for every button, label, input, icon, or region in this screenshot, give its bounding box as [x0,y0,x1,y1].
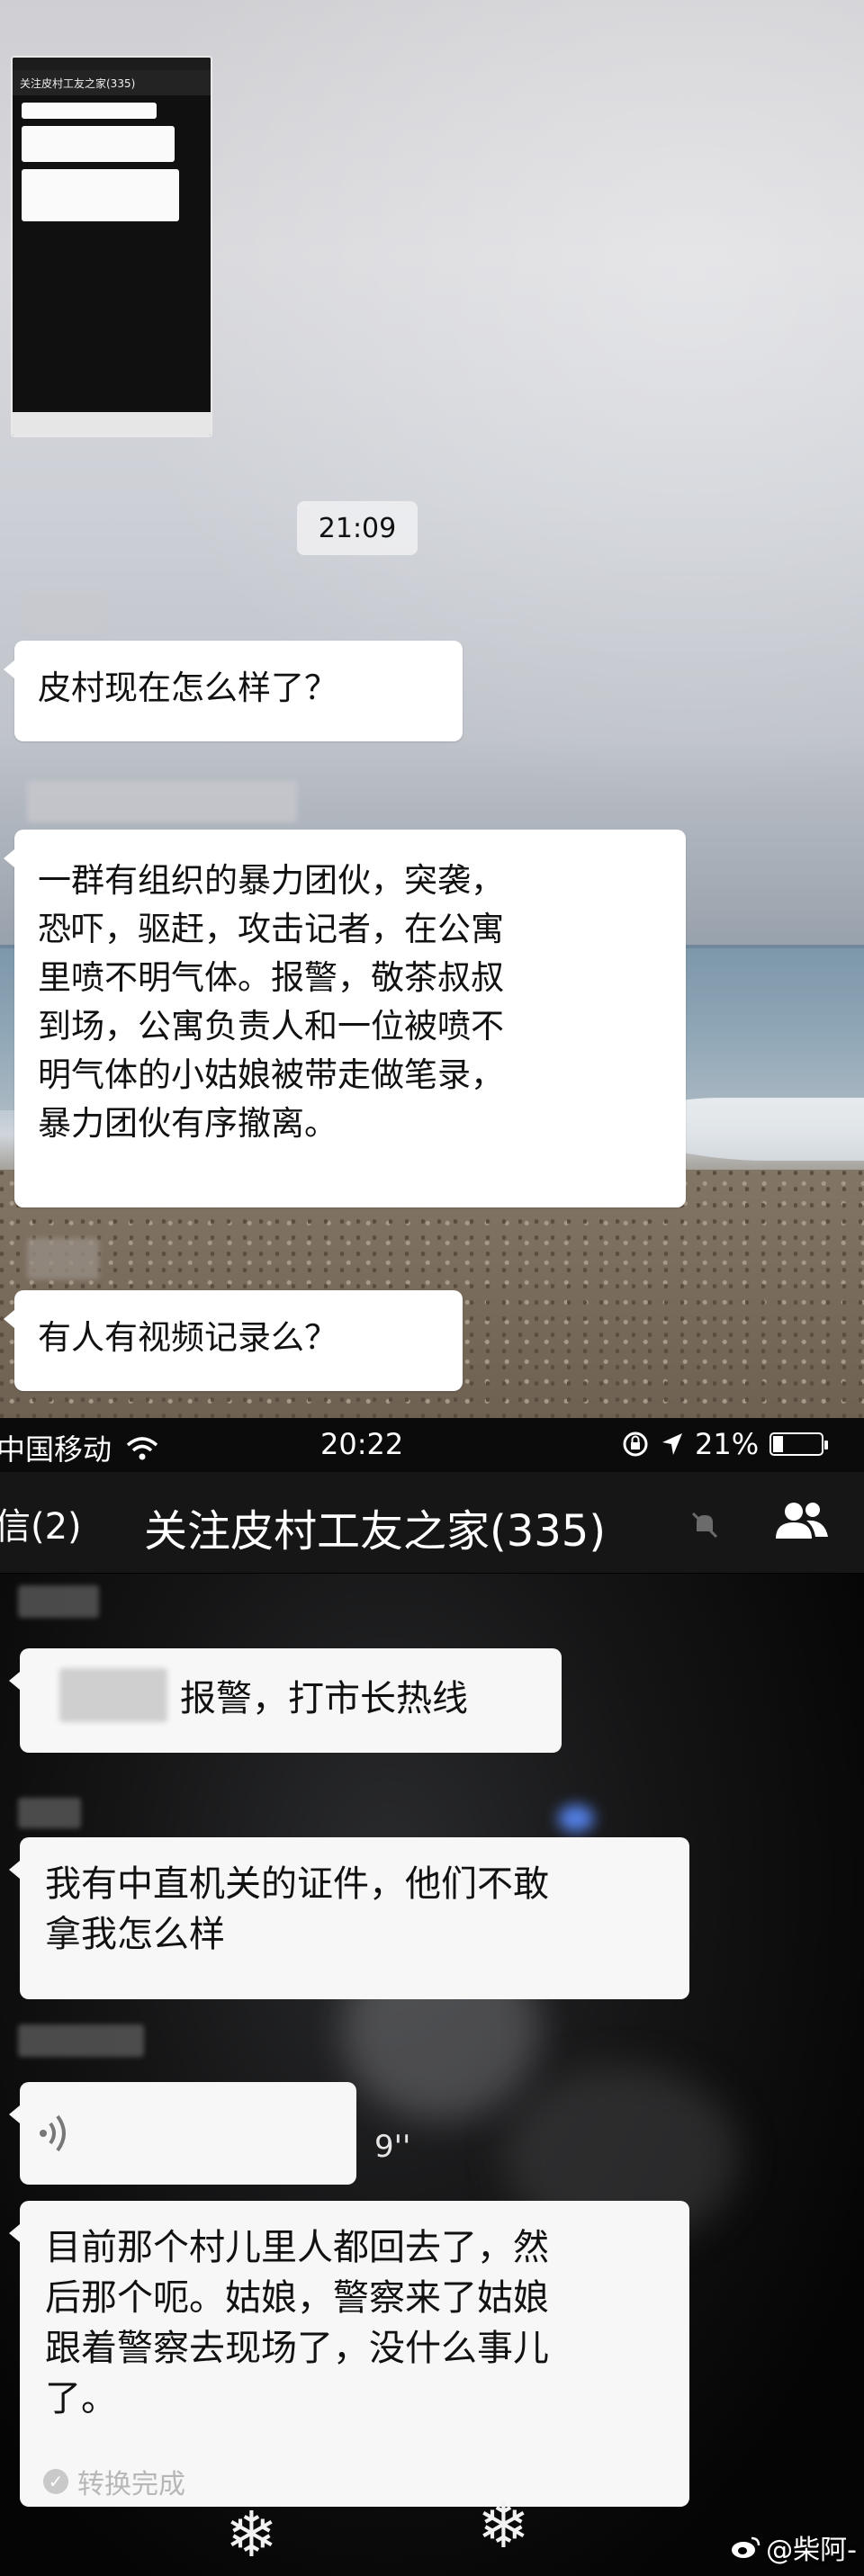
voice-icon [40,2114,66,2152]
snowflake-decoration: ❄ [477,2489,530,2563]
message-text: 皮村现在怎么样了？ [38,669,338,707]
weibo-icon [732,2536,760,2558]
message-text: 我有中直机关的证件，他们不敢 拿我怎么样 [45,1863,549,1955]
carrier-label: 中国移动 [0,1427,158,1468]
transcript-text: 目前那个村儿里人都回去了，然 后那个呃。姑娘，警察来了姑娘 跟着警察去现场了，没… [45,2227,549,2419]
timestamp: 21:09 [297,501,418,555]
mute-icon [691,1512,718,1539]
screenshot-thumbnail[interactable]: 关注皮村工友之家(335) [11,56,212,437]
rotation-lock-icon [623,1432,648,1457]
message-bubble[interactable]: 有人有视频记录么？ [4,1290,463,1391]
avatar-name-blurred [18,2024,144,2057]
battery-icon [770,1432,829,1456]
redacted-name [59,1668,167,1722]
avatar-name-blurred [18,1585,99,1618]
background-light [558,1805,594,1832]
thumbnail-message [22,103,157,119]
chat-title: 关注皮村工友之家(335) [144,1506,607,1557]
thumbnail-status-bar [13,58,211,70]
status-time: 20:22 [320,1427,404,1461]
avatar-name-blurred [27,781,297,822]
thumbnail-title: 关注皮村工友之家(335) [13,70,211,95]
status-right: 21% [621,1427,829,1461]
group-members-icon[interactable] [770,1499,833,1546]
message-bubble[interactable]: 报警，打市长热线 [9,1648,562,1753]
chat-nav-bar: 信(2) 关注皮村工友之家(335) [0,1472,864,1574]
message-text: 有人有视频记录么？ [38,1318,338,1357]
message-text: 一群有组织的暴力团伙，突袭， 恐吓，驱赶，攻击记者，在公寓 里喷不明气体。报警，… [38,861,504,1143]
status-bar: 中国移动 20:22 21% [0,1418,864,1472]
location-arrow-icon [662,1433,682,1455]
voice-duration: 9'' [374,2129,411,2165]
check-icon: ✓ [43,2469,68,2494]
snowflake-decoration: ❄ [225,2498,278,2572]
voice-transcript-bubble[interactable]: 目前那个村儿里人都回去了，然 后那个呃。姑娘，警察来了姑娘 跟着警察去现场了，没… [9,2201,689,2507]
thumbnail-message [22,169,179,221]
convert-status-text: 转换完成 [77,2469,185,2500]
carrier-text: 中国移动 [0,1432,112,1467]
wifi-icon [127,1437,158,1460]
top-chat-screenshot: 关注皮村工友之家(335) 21:09 皮村现在怎么样了？ 一群有组织的暴力团伙… [0,0,864,1418]
back-button[interactable]: 信(2) [0,1497,82,1549]
message-bubble[interactable]: 我有中直机关的证件，他们不敢 拿我怎么样 [9,1837,689,1999]
convert-status: ✓ 转换完成 [43,2462,185,2501]
thumbnail-message [22,126,175,162]
voice-message-bubble[interactable] [9,2082,356,2185]
battery-percent: 21% [695,1427,760,1461]
avatar-name-blurred [27,1238,99,1279]
message-bubble[interactable]: 一群有组织的暴力团伙，突袭， 恐吓，驱赶，攻击记者，在公寓 里喷不明气体。报警，… [4,830,686,1207]
weibo-watermark: @柴阿- [730,2527,857,2567]
bottom-chat-screenshot: 中国移动 20:22 21% 信(2) 关注皮村工友之家(335) 报警，打市长… [0,1418,864,2576]
avatar-name-blurred [25,594,106,632]
avatar-name-blurred [18,1798,81,1828]
watermark-text: @柴阿- [766,2535,857,2566]
battery-fill [773,1436,784,1452]
thumbnail-input-bar [13,412,211,435]
message-bubble[interactable]: 皮村现在怎么样了？ [4,641,463,741]
